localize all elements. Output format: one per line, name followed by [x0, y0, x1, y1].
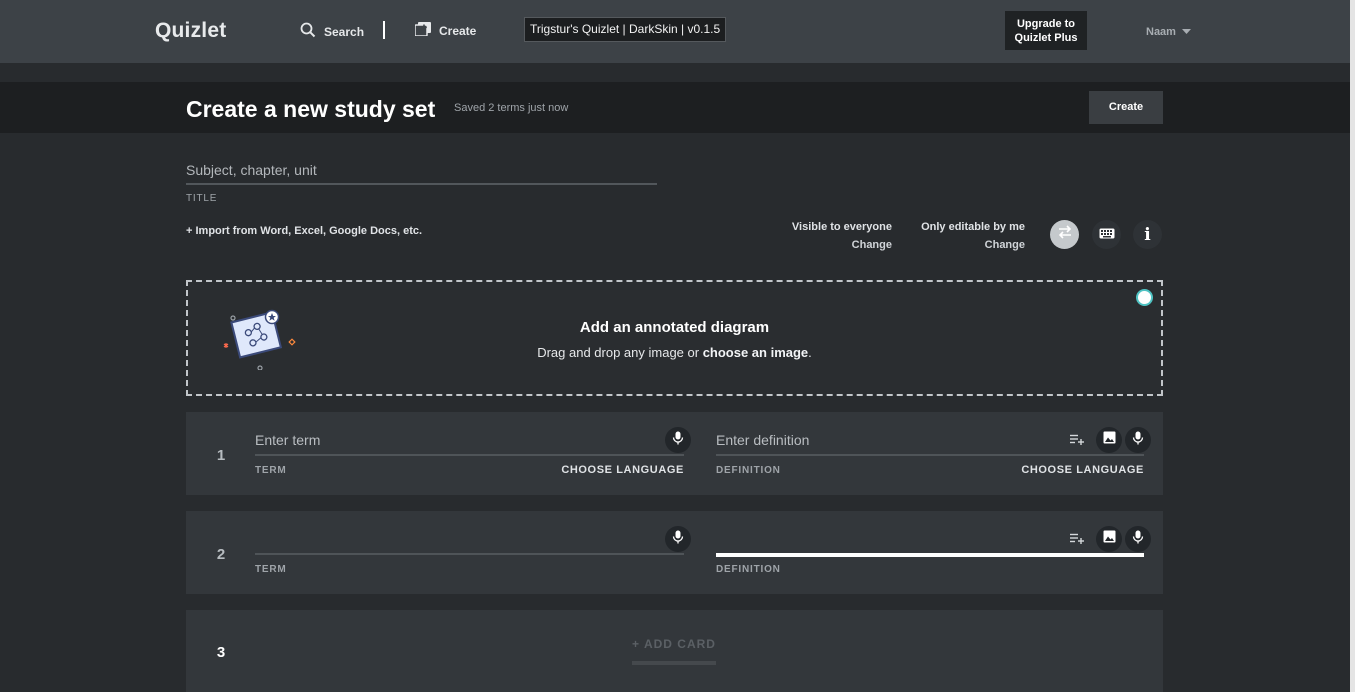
term-input[interactable] [255, 525, 684, 555]
create-label: Create [439, 23, 477, 38]
diagram-subtitle-suffix: . [808, 345, 812, 360]
term-card: 2 TERM DEFINITION [186, 511, 1163, 594]
search-icon [300, 22, 316, 41]
swap-terms-button[interactable] [1050, 220, 1079, 249]
add-image-button[interactable] [1096, 427, 1122, 453]
search-label: Search [324, 24, 365, 39]
term-input[interactable] [255, 426, 684, 456]
diagram-subtitle-prefix: Drag and drop any image or [537, 345, 703, 360]
keyboard-shortcuts-button[interactable] [1092, 220, 1121, 249]
diagram-title: Add an annotated diagram [579, 319, 770, 336]
add-image-button[interactable] [1096, 526, 1122, 552]
term-choose-language[interactable]: CHOOSE LANGUAGE [561, 464, 684, 476]
definition-audio-button[interactable] [1125, 526, 1151, 552]
upgrade-line-1: Upgrade to [1016, 18, 1076, 30]
definition-audio-button[interactable] [1125, 427, 1151, 453]
microphone-icon [1132, 530, 1144, 549]
card-number: 3 [216, 644, 226, 661]
title-label: TITLE [186, 193, 218, 204]
user-menu[interactable]: Naam [1146, 26, 1191, 38]
top-nav: Quizlet Search Create Trigstur's Quizlet… [0, 0, 1350, 63]
microphone-icon [672, 530, 684, 549]
create-set-button[interactable]: Create [1089, 91, 1163, 124]
skin-version-badge: Trigstur's Quizlet | DarkSkin | v0.1.5 [524, 17, 727, 42]
swap-icon [1057, 225, 1073, 244]
upgrade-line-2: Quizlet Plus [1014, 32, 1078, 44]
page-scrollbar[interactable] [1350, 0, 1355, 692]
editability-label: Only editable by me [921, 221, 1025, 233]
import-link[interactable]: + Import from Word, Excel, Google Docs, … [186, 225, 422, 237]
page-title: Create a new study set [186, 96, 436, 122]
saved-status: Saved 2 terms just now [454, 102, 569, 114]
editability-change-link[interactable]: Change [985, 239, 1025, 251]
definition-choose-language[interactable]: CHOOSE LANGUAGE [1021, 464, 1144, 476]
visibility-label: Visible to everyone [791, 221, 892, 233]
add-list-icon[interactable] [1070, 432, 1085, 450]
add-card-underline [632, 661, 716, 665]
microphone-icon [1132, 431, 1144, 450]
card-number: 2 [216, 546, 226, 563]
term-label: TERM [255, 465, 287, 476]
diagram-dropzone[interactable]: Add an annotated diagram Drag and drop a… [186, 280, 1163, 396]
add-list-icon[interactable] [1070, 531, 1085, 549]
add-card-button[interactable]: + ADD CARD [632, 637, 716, 651]
microphone-icon [672, 431, 684, 450]
image-icon [1103, 530, 1116, 548]
choose-image-link[interactable]: choose an image [703, 345, 808, 360]
upgrade-button[interactable]: Upgrade to Quizlet Plus [1005, 11, 1087, 50]
image-icon [1103, 431, 1116, 449]
term-card: 1 TERM CHOOSE LANGUAGE DEFINITION CHOOSE… [186, 412, 1163, 495]
diagram-subtitle: Drag and drop any image or choose an ima… [188, 345, 1161, 360]
term-label: TERM [255, 564, 287, 575]
diagram-toggle[interactable] [1136, 289, 1153, 306]
card-number: 1 [216, 447, 226, 464]
definition-label: DEFINITION [716, 465, 781, 476]
definition-label: DEFINITION [716, 564, 781, 575]
info-icon: i [1144, 224, 1151, 245]
nav-divider [383, 21, 385, 39]
term-audio-button[interactable] [665, 427, 691, 453]
term-audio-button[interactable] [665, 526, 691, 552]
visibility-change-link[interactable]: Change [852, 239, 892, 251]
create-set-icon [414, 22, 431, 39]
set-title-input[interactable] [186, 156, 657, 185]
create-nav-button[interactable]: Create [414, 22, 477, 39]
user-name: Naam [1146, 26, 1176, 38]
keyboard-icon [1099, 226, 1115, 244]
search-button[interactable]: Search [300, 22, 364, 41]
add-card-row: 3 + ADD CARD [186, 610, 1163, 692]
info-button[interactable]: i [1133, 220, 1162, 249]
chevron-down-icon [1181, 26, 1191, 38]
quizlet-logo[interactable]: Quizlet [155, 19, 226, 43]
